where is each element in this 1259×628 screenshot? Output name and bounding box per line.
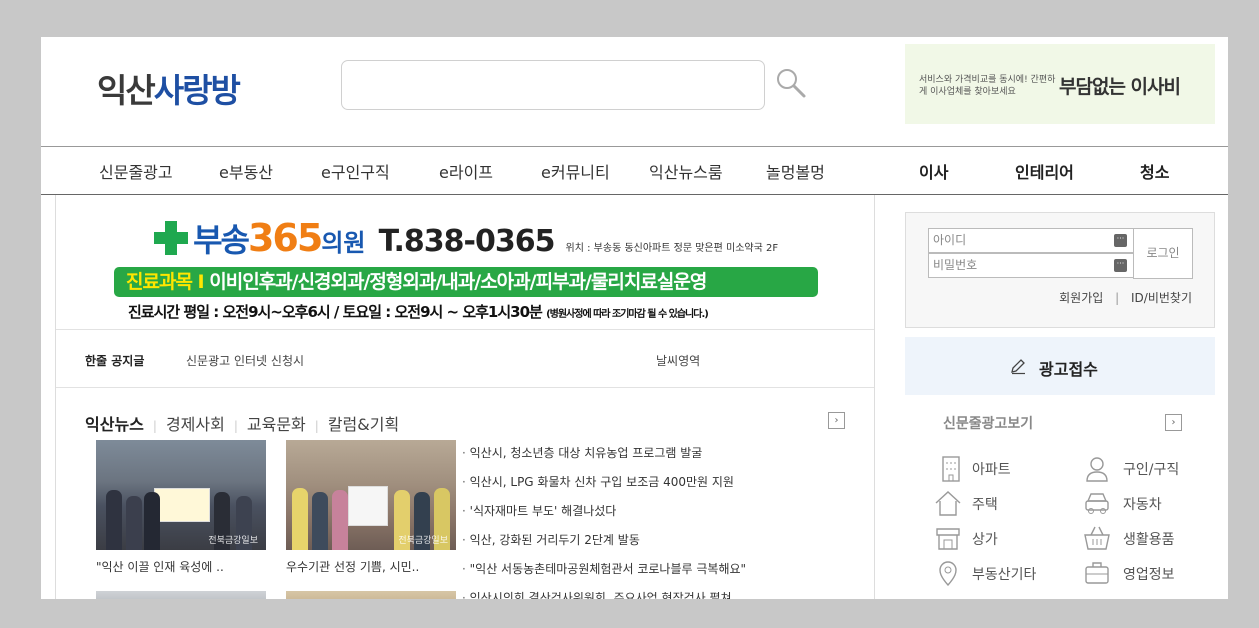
tab-education-culture[interactable]: 교육문화 — [247, 415, 306, 434]
news-more-button[interactable]: › — [828, 412, 845, 429]
ad-clinic-suffix: 의원 — [321, 229, 366, 257]
news-thumb-caption[interactable]: "익산 이끌 인재 육성에 .. — [96, 558, 224, 575]
pencil-icon — [1011, 359, 1025, 375]
car-icon — [1085, 493, 1109, 514]
watermark: 전북금강일보 — [208, 536, 258, 546]
category-real-estate-etc[interactable]: 부동산기타 — [972, 564, 1036, 584]
store-icon — [936, 528, 960, 550]
password-placeholder: 비밀번호 — [933, 258, 978, 272]
news-list-item[interactable]: '식자재마트 부도' 해결나섰다 — [462, 497, 852, 526]
nav-item-real-estate[interactable]: e부동산 — [219, 159, 273, 183]
ad-departments-bar: 진료과목 I 이비인후과/신경외과/정형외과/내과/소아과/피부과/물리치료실운… — [114, 267, 818, 297]
clinic-ad-banner[interactable]: 부송365의원 T.838-0365 위치 : 부송동 동신아파트 정문 맞은편… — [56, 195, 874, 330]
news-thumbnail[interactable] — [286, 591, 456, 599]
login-box: 아이디 ··· 비밀번호 ··· 로그인 회원가입 | ID/비번찾기 — [905, 212, 1215, 328]
tab-iksan-news[interactable]: 익산뉴스 — [85, 415, 144, 434]
category-apartment[interactable]: 아파트 — [972, 459, 1011, 479]
classified-more-button[interactable]: › — [1165, 414, 1182, 431]
notice-label: 한줄 공지글 — [85, 354, 145, 368]
news-thumbnail[interactable] — [96, 591, 266, 599]
news-thumb-caption[interactable]: 우수기관 선정 기쁨, 시민.. — [286, 558, 419, 575]
category-car[interactable]: 자동차 — [1123, 494, 1162, 514]
search-input[interactable] — [341, 60, 765, 110]
tab-economy-society[interactable]: 경제사회 — [166, 415, 225, 434]
keyboard-icon[interactable]: ··· — [1114, 234, 1127, 247]
main-nav: 신문줄광고 e부동산 e구인구직 e라이프 e커뮤니티 익산뉴스룸 놀멍볼멍 이… — [41, 146, 1228, 195]
nav-item-newsroom[interactable]: 익산뉴스룸 — [649, 159, 723, 183]
briefcase-icon — [1085, 562, 1109, 584]
classified-title[interactable]: 신문줄광고보기 — [943, 413, 1033, 433]
notice-bar: 한줄 공지글 신문광고 인터넷 신청시 날씨영역 — [56, 330, 874, 388]
news-tabs: 익산뉴스 | 경제사회 | 교육문화 | 칼럼&기획 — [85, 415, 400, 434]
weather-area: 날씨영역 — [656, 354, 701, 368]
news-list-item[interactable]: 익산시, LPG 화물차 신차 구입 보조금 400만원 지원 — [462, 468, 852, 497]
username-field[interactable]: 아이디 ··· — [928, 228, 1134, 253]
login-button[interactable]: 로그인 — [1133, 228, 1193, 279]
news-list-item[interactable]: "익산 서동농촌테마공원체험관서 코로나블루 극복해요" — [462, 555, 852, 584]
news-list-item[interactable]: 익산시의회 결산검사위원회, 주요사업 현장검사 펼쳐 — [462, 584, 852, 599]
ad-hours-line: 진료시간 평일 : 오전9시~오후6시 / 토요일 : 오전9시 ~ 오후1시3… — [128, 301, 709, 322]
nav-item-cleaning[interactable]: 청소 — [1140, 159, 1169, 183]
news-list: 익산시, 청소년층 대상 치유농업 프로그램 발굴 익산시, LPG 화물차 신… — [462, 439, 852, 599]
nav-item-community[interactable]: e커뮤니티 — [541, 159, 610, 183]
logo-part1: 익산 — [97, 71, 156, 110]
house-icon — [935, 491, 961, 516]
keyboard-icon[interactable]: ··· — [1114, 259, 1127, 272]
nav-item-newspaper-ads[interactable]: 신문줄광고 — [99, 159, 173, 183]
nav-item-jobs[interactable]: e구인구직 — [321, 159, 390, 183]
nav-item-play[interactable]: 놀멍볼멍 — [766, 159, 825, 183]
notice-text[interactable]: 신문광고 인터넷 신청시 — [186, 352, 304, 369]
find-id-password-link[interactable]: ID/비번찾기 — [1131, 291, 1192, 305]
ad-receive-button[interactable]: 광고접수 — [905, 337, 1215, 395]
main-content: 부송365의원 T.838-0365 위치 : 부송동 동신아파트 정문 맞은편… — [55, 195, 875, 599]
banner-small-text: 서비스와 가격비교를 동시에! 간편하게 이사업체를 찾아보세요 — [919, 75, 1056, 97]
password-field[interactable]: 비밀번호 ··· — [928, 253, 1134, 278]
ad-hours-note: (병원사정에 따라 조기마감 될 수 있습니다.) — [546, 309, 709, 320]
page: 익산사랑방 서비스와 가격비교를 동시에! 간편하게 이사업체를 찾아보세요 부… — [41, 37, 1228, 599]
search-icon[interactable] — [775, 67, 807, 99]
category-jobs[interactable]: 구인/구직 — [1123, 459, 1179, 479]
ad-departments: 이비인후과/신경외과/정형외과/내과/소아과/피부과/물리치료실운영 — [209, 271, 707, 293]
watermark: 전북금강일보 — [398, 536, 448, 546]
category-household[interactable]: 생활용품 — [1123, 529, 1175, 549]
login-links: 회원가입 | ID/비번찾기 — [1059, 289, 1192, 306]
news-list-item[interactable]: 익산시, 청소년층 대상 치유농업 프로그램 발굴 — [462, 439, 852, 468]
ad-location: 위치 : 부송동 동신아파트 정문 맞은편 미소약국 2F — [565, 243, 779, 254]
medical-cross-icon — [154, 221, 188, 255]
basket-icon — [1084, 526, 1110, 550]
ad-phone: T.838-0365 — [378, 224, 556, 259]
ad-clinic-number: 365 — [247, 216, 323, 260]
username-placeholder: 아이디 — [933, 233, 967, 247]
logo-part2: 사랑방 — [153, 71, 241, 110]
news-list-item[interactable]: 익산, 강화된 거리두기 2단계 발동 — [462, 526, 852, 555]
moving-banner[interactable]: 서비스와 가격비교를 동시에! 간편하게 이사업체를 찾아보세요 부담없는 이사… — [905, 44, 1215, 124]
news-thumbnail[interactable]: 전북금강일보 — [286, 440, 456, 550]
category-store[interactable]: 상가 — [972, 529, 998, 549]
ad-headline: 부송365의원 T.838-0365 위치 : 부송동 동신아파트 정문 맞은편… — [154, 215, 778, 261]
map-pin-icon — [939, 561, 957, 587]
join-link[interactable]: 회원가입 — [1059, 291, 1103, 305]
category-house[interactable]: 주택 — [972, 494, 998, 514]
nav-item-life[interactable]: e라이프 — [439, 159, 493, 183]
building-icon — [942, 456, 960, 482]
site-logo[interactable]: 익산사랑방 — [97, 64, 241, 112]
ad-dept-label: 진료과목 I — [126, 271, 205, 293]
ad-receive-label: 광고접수 — [1039, 360, 1098, 379]
ad-clinic-name: 부송 — [193, 221, 250, 259]
tab-column-planning[interactable]: 칼럼&기획 — [328, 415, 399, 434]
ad-hours: 진료시간 평일 : 오전9시~오후6시 / 토요일 : 오전9시 ~ 오후1시3… — [128, 303, 543, 321]
nav-item-moving[interactable]: 이사 — [919, 159, 948, 183]
news-thumbnail[interactable]: 전북금강일보 — [96, 440, 266, 550]
person-icon — [1086, 457, 1108, 482]
nav-item-interior[interactable]: 인테리어 — [1015, 159, 1074, 183]
link-separator: | — [1115, 291, 1120, 305]
category-business-info[interactable]: 영업정보 — [1123, 564, 1175, 584]
banner-big-text: 부담없는 이사비 — [1059, 76, 1181, 98]
